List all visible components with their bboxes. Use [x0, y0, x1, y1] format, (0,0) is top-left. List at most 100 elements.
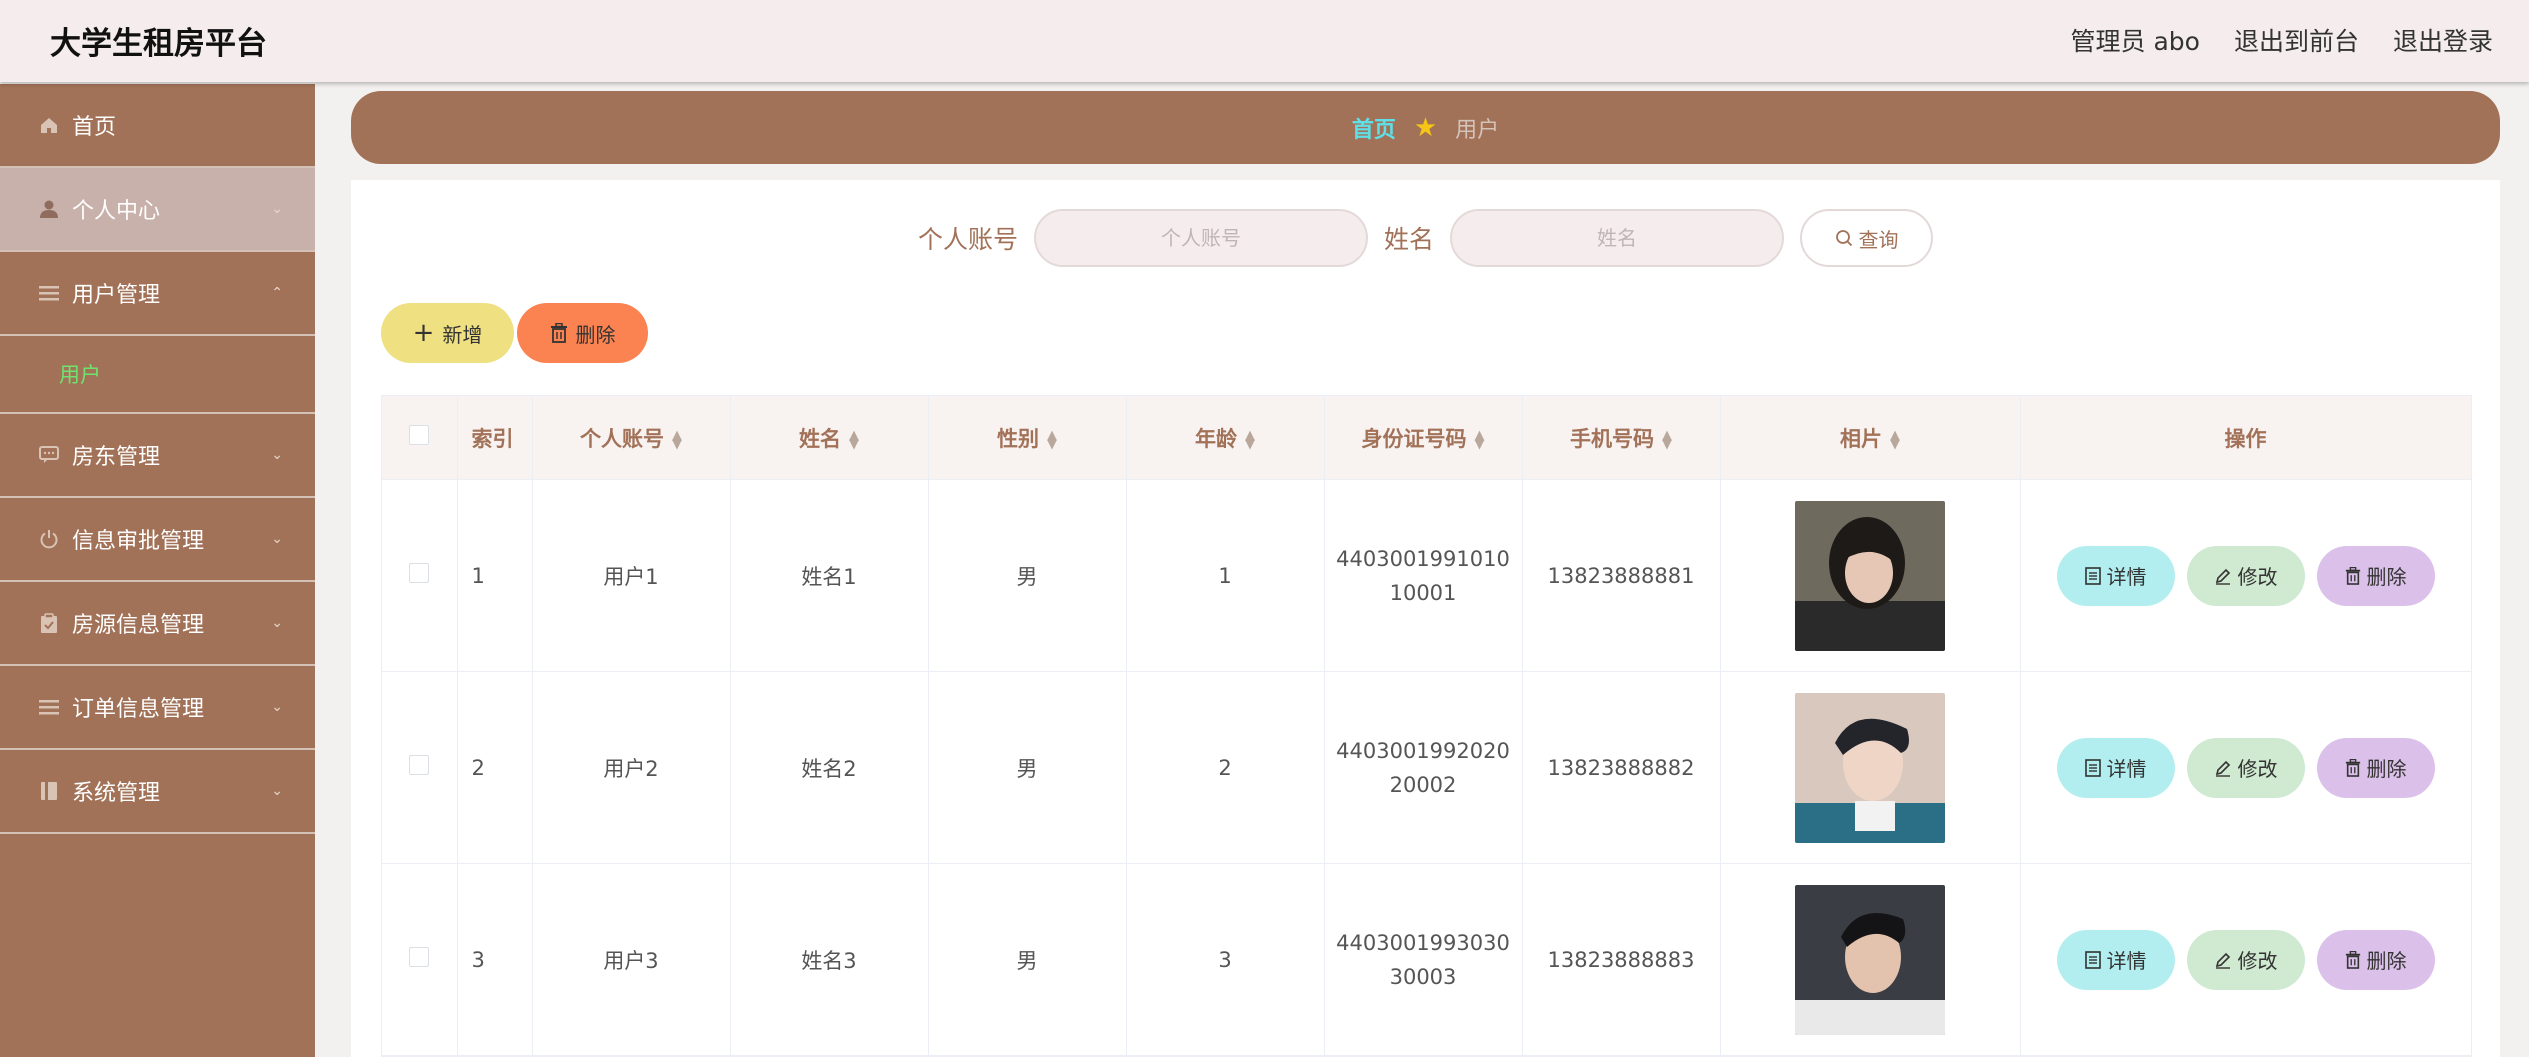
admin-label[interactable]: 管理员 abo: [2071, 22, 2200, 58]
sort-icon[interactable]: ▲ ▼: [1890, 429, 1900, 451]
user-photo[interactable]: [1795, 692, 1945, 843]
chevron-up-icon: ⌃: [271, 285, 283, 301]
header-photo[interactable]: 相片 ▲ ▼: [1720, 396, 2021, 480]
query-button[interactable]: 查询: [1800, 209, 1934, 267]
header-account[interactable]: 个人账号 ▲ ▼: [532, 396, 731, 480]
header-name[interactable]: 姓名 ▲ ▼: [730, 396, 929, 480]
sidebar-item-label: 用户管理: [72, 283, 161, 308]
cell-phone: 13823888883: [1522, 863, 1721, 1056]
bulk-delete-label: 删除: [575, 322, 616, 347]
cell-account: 用户1: [532, 479, 731, 672]
sidebar-item-order-info[interactable]: 订单信息管理 ⌄: [0, 666, 315, 750]
header-label: 姓名: [799, 426, 841, 451]
breadcrumb-home[interactable]: 首页: [1352, 112, 1396, 144]
row-select[interactable]: [382, 863, 458, 1056]
sidebar-item-user-management[interactable]: 用户管理 ⌃: [0, 252, 315, 336]
sort-icon[interactable]: ▲ ▼: [849, 429, 859, 451]
table-header-row: 索引 个人账号 ▲ ▼ 姓名 ▲ ▼ 性别 ▲ ▼ 年龄 ▲ ▼ 身份证号码 ▲ ▼ 手机号码 ▲ ▼ …: [382, 396, 2472, 480]
edit-button[interactable]: 修改: [2186, 737, 2305, 798]
plus-icon: +: [412, 318, 435, 348]
account-search-input[interactable]: [1034, 209, 1368, 267]
detail-label: 详情: [2106, 949, 2147, 973]
header-id-number[interactable]: 身份证号码 ▲ ▼: [1324, 396, 1523, 480]
delete-button[interactable]: 删除: [2316, 545, 2435, 606]
app-title: 大学生租房平台: [50, 26, 267, 62]
detail-button[interactable]: 详情: [2056, 737, 2175, 798]
table-row: 2 用户2 姓名2 男 2 4403001992020 20002 1382388…: [382, 671, 2472, 864]
user-photo[interactable]: [1795, 884, 1945, 1035]
sidebar-item-personal-center[interactable]: 个人中心 ⌄: [0, 168, 315, 252]
cell-phone: 13823888881: [1522, 479, 1721, 672]
edit-button[interactable]: 修改: [2186, 929, 2305, 990]
action-bar: + 新增 删除: [381, 303, 648, 363]
cell-index: 2: [457, 671, 533, 864]
cell-id-number: 4403001993030 30003: [1324, 863, 1523, 1056]
breadcrumb-current: 用户: [1455, 117, 1500, 143]
header-age[interactable]: 年龄 ▲ ▼: [1126, 396, 1325, 480]
cell-id-number: 4403001992020 20002: [1324, 671, 1523, 864]
sort-icon[interactable]: ▲ ▼: [672, 429, 682, 451]
delete-button[interactable]: 删除: [2316, 929, 2435, 990]
id-part: 4403001992020: [1336, 738, 1510, 763]
header-phone[interactable]: 手机号码 ▲ ▼: [1522, 396, 1721, 480]
header-label: 手机号码: [1570, 426, 1654, 451]
cell-index: 1: [457, 479, 533, 672]
main-panel: 个人账号 姓名 查询 + 新增 删除 索引: [351, 180, 2500, 1057]
header-label: 身份证号码: [1361, 426, 1467, 451]
user-table: 索引 个人账号 ▲ ▼ 姓名 ▲ ▼ 性别 ▲ ▼ 年龄 ▲ ▼ 身份证号码 ▲ ▼ 手机号码 ▲ ▼ …: [381, 395, 2472, 1057]
row-checkbox[interactable]: [409, 563, 430, 583]
sort-icon[interactable]: ▲ ▼: [1662, 429, 1672, 451]
cell-name: 姓名3: [730, 863, 929, 1056]
clipboard-icon: [34, 613, 64, 633]
sidebar-item-label: 系统管理: [72, 781, 161, 806]
sidebar-item-info-approval[interactable]: 信息审批管理 ⌄: [0, 498, 315, 582]
header-gender[interactable]: 性别 ▲ ▼: [928, 396, 1127, 480]
detail-button[interactable]: 详情: [2056, 545, 2175, 606]
logout-link[interactable]: 退出登录: [2393, 22, 2493, 58]
name-search-input[interactable]: [1450, 209, 1785, 267]
edit-label: 修改: [2237, 757, 2278, 781]
sort-icon[interactable]: ▲ ▼: [1475, 429, 1485, 451]
sidebar-item-system-management[interactable]: 系统管理 ⌄: [0, 750, 315, 834]
cell-actions: 详情 修改 删除: [2020, 671, 2472, 864]
breadcrumb: 首页 ★ 用户: [351, 91, 2500, 164]
edit-button[interactable]: 修改: [2186, 545, 2305, 606]
document-icon: [2084, 566, 2101, 585]
bulk-delete-button[interactable]: 删除: [517, 303, 648, 363]
sort-icon[interactable]: ▲ ▼: [1047, 429, 1057, 451]
sort-icon[interactable]: ▲ ▼: [1245, 429, 1255, 451]
id-part: 4403001993030: [1336, 930, 1510, 955]
top-bar: 大学生租房平台 管理员 abo 退出到前台 退出登录: [0, 0, 2529, 82]
row-select[interactable]: [382, 671, 458, 864]
row-select[interactable]: [382, 479, 458, 672]
name-label: 姓名: [1384, 225, 1435, 254]
cell-id-number: 4403001991010 10001: [1324, 479, 1523, 672]
row-checkbox[interactable]: [409, 755, 430, 775]
header-select-all[interactable]: [382, 396, 458, 480]
add-button[interactable]: + 新增: [381, 303, 514, 363]
delete-label: 删除: [2366, 949, 2407, 973]
sidebar-subitem-users[interactable]: 用户: [0, 336, 315, 414]
trash-icon: [2345, 950, 2360, 969]
select-all-checkbox[interactable]: [409, 425, 430, 445]
cell-gender: 男: [928, 479, 1127, 672]
chevron-down-icon: ⌄: [271, 201, 283, 217]
search-icon: [1835, 230, 1852, 247]
delete-button[interactable]: 删除: [2316, 737, 2435, 798]
detail-button[interactable]: 详情: [2056, 929, 2175, 990]
back-to-front-link[interactable]: 退出到前台: [2234, 22, 2359, 58]
detail-label: 详情: [2106, 757, 2147, 781]
top-links: 管理员 abo 退出到前台 退出登录: [2071, 22, 2493, 58]
row-checkbox[interactable]: [409, 947, 430, 967]
detail-label: 详情: [2106, 565, 2147, 589]
chat-icon: [34, 446, 64, 464]
user-photo[interactable]: [1795, 500, 1945, 651]
sidebar-item-home[interactable]: 首页: [0, 84, 315, 168]
power-icon: [34, 529, 64, 549]
sidebar-item-landlord-management[interactable]: 房东管理 ⌄: [0, 414, 315, 498]
id-part: 10001: [1389, 580, 1457, 605]
sidebar-item-housing-info[interactable]: 房源信息管理 ⌄: [0, 582, 315, 666]
id-part: 4403001991010: [1336, 546, 1510, 571]
trash-icon: [550, 323, 567, 343]
header-label: 性别: [997, 426, 1039, 451]
